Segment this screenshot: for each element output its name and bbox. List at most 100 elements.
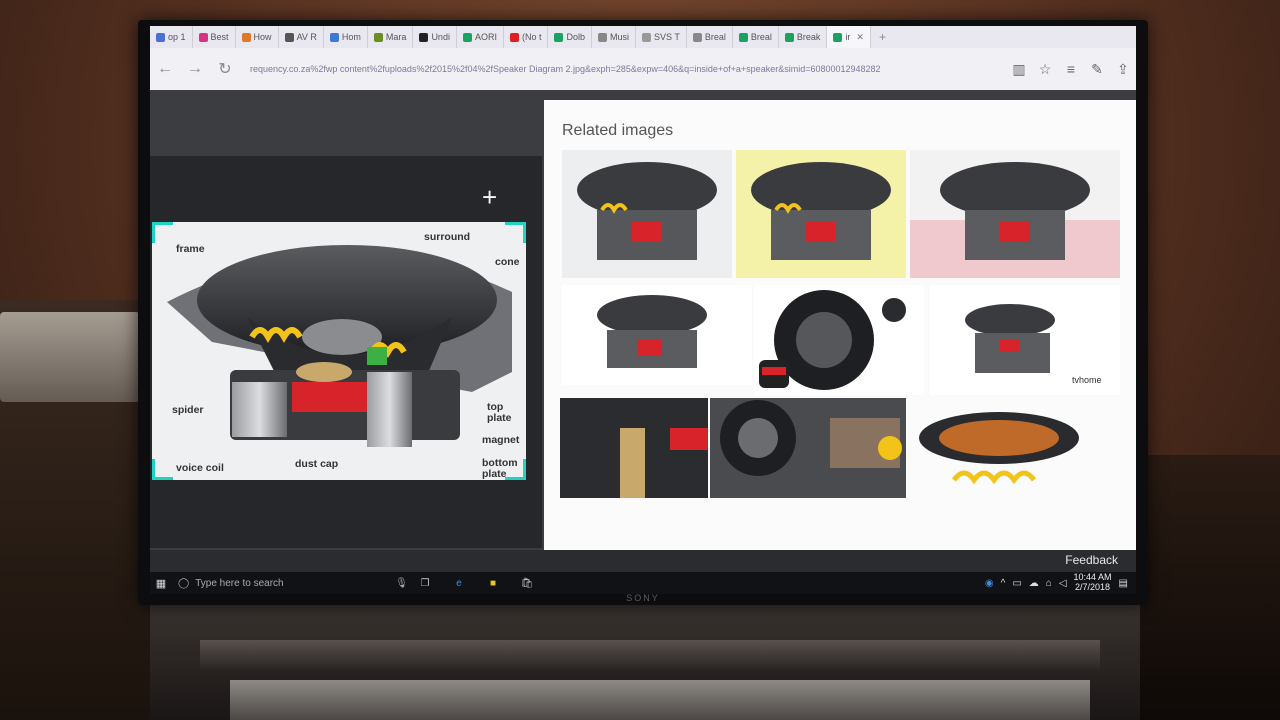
label-spider: spider <box>172 404 204 416</box>
refresh-icon[interactable]: ↻ <box>210 59 240 79</box>
back-arrow-icon[interactable]: ← <box>150 60 180 78</box>
tab-favicon-icon <box>419 32 429 42</box>
crop-handle-top-right[interactable] <box>505 222 526 243</box>
task-view-icon[interactable]: ❐ <box>408 572 442 594</box>
tab-favicon-icon <box>738 32 748 42</box>
forward-arrow-icon[interactable]: → <box>180 60 210 78</box>
browser-tab[interactable]: (No t <box>504 26 549 48</box>
url-field[interactable]: requency.co.za%2fwp content%2fuploads%2f… <box>250 64 996 74</box>
tab-favicon-icon <box>833 32 843 42</box>
browser-tab[interactable]: AORI <box>457 26 504 48</box>
browser-tab[interactable]: op 1 <box>150 26 193 48</box>
new-tab-icon[interactable]: + <box>871 30 894 44</box>
clock-date: 2/7/2018 <box>1075 582 1111 592</box>
related-thumbnail[interactable] <box>736 150 906 278</box>
browser-tab[interactable]: Undi <box>413 26 457 48</box>
browser-tab[interactable]: Musi <box>592 26 637 48</box>
system-tray: ◉ ^ ▭ ☁ ⌂ ◁ 10:44 AM 2/7/2018 ▤ <box>985 572 1136 593</box>
speaker-thumbnail-art <box>620 428 708 498</box>
tab-label: Undi <box>431 32 450 42</box>
tab-favicon-icon <box>156 32 165 42</box>
browser-tab[interactable]: Dolb <box>548 26 592 48</box>
tab-favicon-icon <box>284 32 294 42</box>
tab-label: Hom <box>341 32 361 42</box>
search-placeholder: Type here to search <box>195 577 284 589</box>
tv-bezel: SONY op 1 Best How AV R Hom Mara Undi AO… <box>138 20 1148 605</box>
clock[interactable]: 10:44 AM 2/7/2018 <box>1074 572 1112 593</box>
tab-label: (No t <box>521 32 542 42</box>
share-icon[interactable]: ⇪ <box>1110 61 1136 78</box>
related-images-pane: Related images tvhome <box>544 100 1136 572</box>
crop-handle-top-left[interactable] <box>152 222 173 243</box>
tab-label: Musi <box>610 32 630 42</box>
cloud-icon[interactable]: ☁ <box>1029 578 1039 589</box>
battery-icon[interactable]: ▭ <box>1012 578 1021 589</box>
tab-favicon-icon <box>642 32 652 42</box>
speaker-cutaway-illustration <box>167 245 512 447</box>
related-thumbnail[interactable] <box>914 410 1084 510</box>
close-tab-icon[interactable]: ✕ <box>856 32 864 43</box>
browser-tab[interactable]: Breal <box>733 26 779 48</box>
network-icon[interactable]: ⌂ <box>1046 578 1052 589</box>
star-icon[interactable]: ☆ <box>1032 61 1058 78</box>
edge-icon[interactable]: e <box>442 572 476 594</box>
store-icon[interactable]: 🛍 <box>510 572 544 594</box>
tab-label: Mara <box>385 32 407 42</box>
tab-label: ir <box>845 32 851 42</box>
main-image-pane: + frame surround cone spider top plate m… <box>150 156 542 548</box>
speaker-diagram-image[interactable]: frame surround cone spider top plate mag… <box>152 222 526 480</box>
speaker-thumbnail-art <box>751 162 891 260</box>
add-to-collection-icon[interactable]: + <box>482 182 497 213</box>
speaker-thumbnail-art <box>597 295 707 368</box>
volume-icon[interactable]: ◁ <box>1059 578 1067 589</box>
tab-label: Breal <box>704 32 726 42</box>
crop-handle-bottom-right[interactable] <box>505 459 526 480</box>
tab-label: Breal <box>750 32 772 42</box>
file-explorer-icon[interactable]: ■ <box>476 572 510 594</box>
browser-tab[interactable]: Mara <box>368 26 414 48</box>
tv-screen: op 1 Best How AV R Hom Mara Undi AORI (N… <box>150 26 1136 594</box>
tab-favicon-icon <box>784 32 794 42</box>
crop-handle-bottom-left[interactable] <box>152 459 173 480</box>
browser-tab[interactable]: SVS T <box>636 26 687 48</box>
feedback-bar: Feedback <box>150 550 1136 572</box>
hub-icon[interactable]: ≡ <box>1058 61 1084 77</box>
tab-label: Dolb <box>566 32 585 42</box>
related-thumbnail[interactable] <box>562 150 732 278</box>
related-thumbnail[interactable] <box>910 150 1120 278</box>
cortana-circle-icon: ◯ <box>178 577 190 589</box>
browser-tab[interactable]: Hom <box>324 26 368 48</box>
browser-tab[interactable]: Breal <box>687 26 733 48</box>
feedback-link[interactable]: Feedback <box>1065 553 1118 567</box>
related-thumbnail[interactable]: tvhome <box>930 285 1120 395</box>
tab-label: SVS T <box>654 32 680 42</box>
label-top-plate: top plate <box>487 401 512 425</box>
tab-label: Break <box>796 32 821 42</box>
browser-tab[interactable]: How <box>236 26 279 48</box>
people-icon[interactable]: ◉ <box>985 578 994 589</box>
taskbar-search[interactable]: ◯ Type here to search 🎙 <box>172 578 408 589</box>
speaker-thumbnail-art <box>720 400 902 476</box>
tab-label: op 1 <box>168 32 186 42</box>
browser-tab[interactable]: Best <box>193 26 236 48</box>
related-thumbnail[interactable] <box>562 285 752 385</box>
action-center-icon[interactable]: ▤ <box>1119 578 1128 589</box>
tab-label: Best <box>210 32 229 42</box>
web-note-icon[interactable]: ✎ <box>1084 61 1110 78</box>
speaker-thumbnail-art <box>759 290 906 390</box>
reading-view-icon[interactable]: ▥ <box>1006 61 1032 78</box>
browser-tab-active[interactable]: ir ✕ <box>827 26 871 48</box>
tvhome-watermark: tvhome <box>1072 375 1102 385</box>
related-thumbnail[interactable] <box>754 285 924 395</box>
show-hidden-icons-icon[interactable]: ^ <box>1001 578 1006 589</box>
tv-brand-logo: SONY <box>626 593 660 603</box>
related-thumbnail[interactable] <box>710 398 906 498</box>
browser-tab[interactable]: Break <box>779 26 828 48</box>
image-viewer: ✕ + <box>150 90 1136 572</box>
windows-taskbar: ▦ ◯ Type here to search 🎙 ❐ e ■ 🛍 ◉ ^ ▭ … <box>150 572 1136 594</box>
related-thumbnail[interactable] <box>560 398 708 498</box>
microphone-icon[interactable]: 🎙 <box>395 578 408 589</box>
windows-start-icon[interactable]: ▦ <box>150 577 172 590</box>
browser-tab[interactable]: AV R <box>279 26 324 48</box>
tab-label: AV R <box>296 32 317 42</box>
